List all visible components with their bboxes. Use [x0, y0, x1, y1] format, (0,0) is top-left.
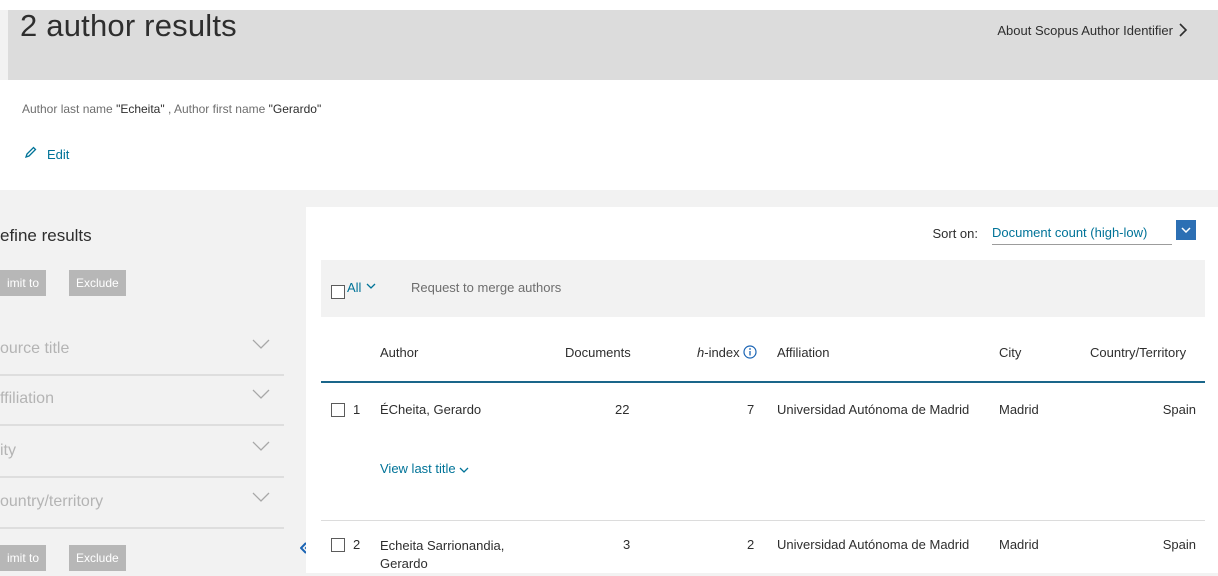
table-row: 2 Echeita Sarrionandia, Gerardo 3 2 Unive… [321, 536, 1205, 576]
author-name-line1: Echeita Sarrionandia, [380, 538, 505, 553]
country-value: Spain [1162, 402, 1196, 417]
facet-country-territory[interactable]: ountry/territory [0, 479, 284, 529]
column-author[interactable]: Author [380, 345, 418, 360]
limit-to-button-bottom[interactable]: imit to [0, 545, 47, 571]
row-checkbox[interactable] [331, 538, 345, 552]
refine-heading: efine results [0, 226, 92, 245]
results-header: 2 author results About Scopus Author Ide… [8, 8, 1218, 80]
limit-to-button-top[interactable]: imit to [0, 270, 47, 296]
sort-select[interactable]: Document count (high-low) [992, 225, 1172, 245]
city-value: Madrid [999, 402, 1039, 417]
select-all-control[interactable]: All [331, 280, 376, 299]
query-label-first: , Author first name [164, 102, 269, 116]
sort-label: Sort on: [932, 225, 978, 241]
edit-label: Edit [47, 146, 70, 162]
select-all-checkbox[interactable] [331, 285, 345, 299]
chevron-down-icon [1181, 227, 1191, 233]
request-merge-authors-button[interactable]: Request to merge authors [411, 280, 561, 295]
select-all-label: All [347, 280, 362, 295]
affiliation-value: Universidad Autónoma de Madrid [777, 537, 970, 552]
view-last-title-toggle[interactable]: View last title [380, 461, 469, 476]
edit-search-button[interactable]: Edit [24, 146, 69, 162]
documents-count[interactable]: 22 [615, 402, 629, 417]
column-country-territory[interactable]: Country/Territory [1090, 345, 1186, 360]
affiliation-value: Universidad Autónoma de Madrid [777, 402, 970, 417]
query-area: Author last name "Echeita" , Author firs… [0, 80, 1218, 190]
results-toolbar: All Request to merge authors [321, 260, 1205, 317]
view-last-title-label: View last title [380, 461, 456, 476]
h-index-value: 7 [747, 402, 755, 417]
page-title: 2 author results [20, 8, 237, 43]
pencil-icon [24, 146, 37, 162]
search-query-summary: Author last name "Echeita" , Author firs… [22, 102, 321, 116]
query-last-name: "Echeita" [116, 102, 165, 116]
refine-results-panel: efine results imit to Exclude ource titl… [0, 190, 298, 573]
author-name-link[interactable]: Echeita Sarrionandia, Gerardo [380, 537, 504, 573]
query-first-name: "Gerardo" [268, 102, 322, 116]
results-table-header: Author Documents h-index Affiliation Cit… [321, 317, 1205, 383]
row-checkbox[interactable] [331, 403, 345, 417]
author-name-line2: Gerardo [380, 556, 428, 571]
exclude-button-bottom[interactable]: Exclude [69, 545, 126, 571]
exclude-button-top[interactable]: Exclude [69, 270, 126, 296]
facet-label: ffiliation [0, 390, 54, 407]
facet-label: ource title [0, 340, 70, 357]
results-panel: Sort on: Document count (high-low) All R… [306, 207, 1218, 573]
chevron-down-icon [459, 461, 469, 476]
facet-source-title[interactable]: ource title [0, 326, 284, 376]
facet-affiliation[interactable]: ffiliation [0, 376, 284, 426]
query-label-last: Author last name [22, 102, 117, 116]
sort-dropdown-button[interactable] [1176, 220, 1196, 240]
chevron-down-icon [252, 489, 270, 507]
chevron-down-icon[interactable] [366, 276, 376, 294]
facet-label: ountry/territory [0, 493, 104, 510]
column-city[interactable]: City [999, 345, 1021, 360]
row-divider [321, 520, 1205, 521]
row-number: 1 [353, 402, 361, 417]
author-name-link[interactable]: ÉCheita, Gerardo [380, 402, 481, 417]
sort-control: Sort on: Document count (high-low) [932, 220, 1196, 245]
h-index-label: -index [704, 345, 740, 360]
facet-city[interactable]: ity [0, 428, 284, 478]
about-author-identifier-link[interactable]: About Scopus Author Identifier [997, 23, 1188, 38]
chevron-down-icon [252, 386, 270, 404]
chevron-right-icon [1179, 23, 1188, 38]
country-value: Spain [1162, 537, 1196, 552]
column-documents[interactable]: Documents [565, 345, 631, 360]
row-number: 2 [353, 537, 361, 552]
documents-count[interactable]: 3 [623, 537, 630, 552]
table-row: 1 ÉCheita, Gerardo 22 7 Universidad Autó… [321, 401, 1205, 491]
about-link-label: About Scopus Author Identifier [997, 23, 1173, 38]
chevron-down-icon [252, 438, 270, 456]
info-icon[interactable] [743, 345, 757, 362]
column-affiliation[interactable]: Affiliation [777, 345, 830, 360]
facet-label: ity [0, 442, 16, 459]
chevron-down-icon [252, 336, 270, 354]
column-h-index[interactable]: h-index [697, 345, 757, 362]
h-index-value: 2 [747, 537, 755, 552]
city-value: Madrid [999, 537, 1039, 552]
